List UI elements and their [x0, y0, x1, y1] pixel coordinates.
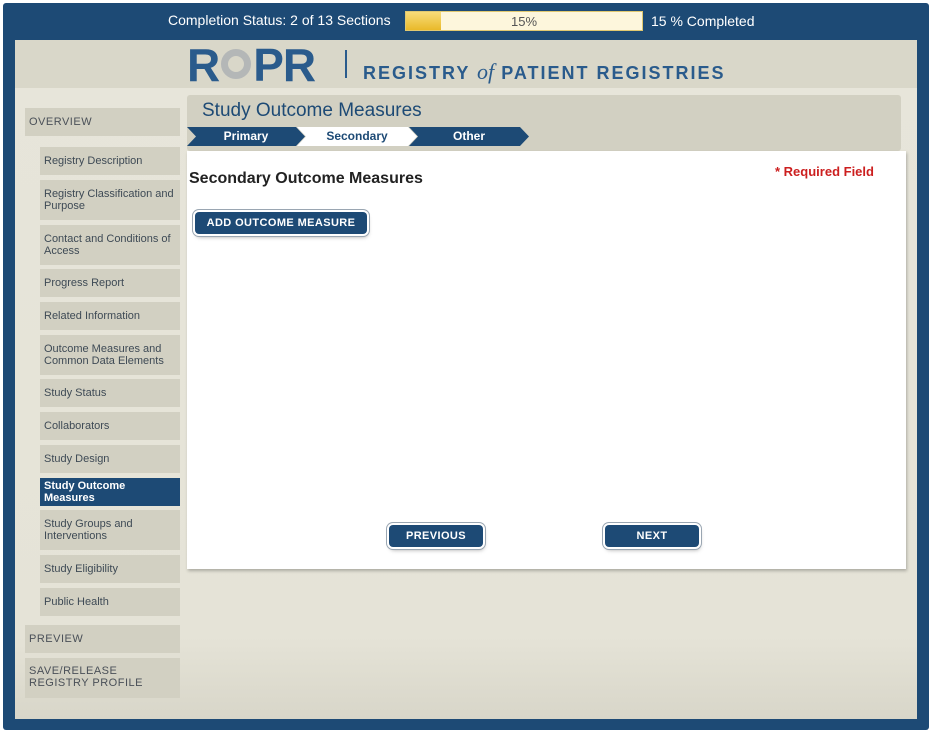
step-other[interactable]: Other — [409, 127, 529, 146]
tagline-left: REGISTRY — [363, 63, 471, 83]
sidebar-item-study-design[interactable]: Study Design — [40, 445, 180, 473]
sidebar-item-study-status[interactable]: Study Status — [40, 379, 180, 407]
app-frame: Completion Status: 2 of 13 Sections 15% … — [3, 3, 929, 730]
section-heading: Secondary Outcome Measures — [189, 170, 423, 187]
tagline-right: PATIENT REGISTRIES — [501, 63, 726, 83]
logo-letter-r: R — [187, 39, 220, 91]
nav-preview[interactable]: PREVIEW — [25, 625, 180, 653]
ropr-logo: R PR — [187, 39, 316, 91]
sidebar-item-contact-conditions[interactable]: Contact and Conditions of Access — [40, 225, 180, 265]
progress-bar: 15% — [405, 11, 643, 31]
sidebar-item-outcome-measures-cde[interactable]: Outcome Measures and Common Data Element… — [40, 335, 180, 375]
header-band: R PR REGISTRY of PATIENT REGISTRIES — [15, 40, 917, 88]
sidebar-item-public-health[interactable]: Public Health — [40, 588, 180, 616]
logo-tagline: REGISTRY of PATIENT REGISTRIES — [363, 59, 726, 85]
sidebar-item-study-outcome-measures[interactable]: Study Outcome Measures — [40, 478, 180, 506]
previous-button[interactable]: PREVIOUS — [389, 525, 483, 547]
required-field-note: * Required Field — [775, 164, 874, 179]
step-secondary[interactable]: Secondary — [297, 127, 417, 146]
content-header: Study Outcome Measures Primary Secondary… — [187, 95, 901, 151]
step-primary[interactable]: Primary — [187, 127, 305, 146]
page-canvas: R PR REGISTRY of PATIENT REGISTRIES OVERV… — [15, 40, 917, 719]
nav-save-release[interactable]: SAVE/RELEASE REGISTRY PROFILE — [25, 658, 180, 698]
content-panel: Secondary Outcome Measures * Required Fi… — [187, 151, 906, 569]
next-button[interactable]: NEXT — [605, 525, 699, 547]
logo-divider — [345, 50, 347, 78]
sidebar-item-related-information[interactable]: Related Information — [40, 302, 180, 330]
page-title: Study Outcome Measures — [202, 100, 422, 121]
tagline-of: of — [477, 59, 495, 84]
sidebar-item-study-eligibility[interactable]: Study Eligibility — [40, 555, 180, 583]
progress-label: 15% — [510, 14, 538, 29]
logo-circle-icon — [221, 49, 252, 79]
sidebar-item-progress-report[interactable]: Progress Report — [40, 269, 180, 297]
sidebar-item-study-groups[interactable]: Study Groups and Interventions — [40, 510, 180, 550]
completion-status: Completion Status: 2 of 13 Sections — [168, 12, 391, 28]
completed-percent: 15 % Completed — [651, 13, 755, 29]
sidebar-item-registry-classification[interactable]: Registry Classification and Purpose — [40, 180, 180, 220]
add-outcome-measure-button[interactable]: ADD OUTCOME MEASURE — [195, 212, 367, 234]
nav-overview[interactable]: OVERVIEW — [25, 108, 180, 136]
sidebar-item-registry-description[interactable]: Registry Description — [40, 147, 180, 175]
logo-letters-pr: PR — [253, 39, 316, 91]
sidebar-item-collaborators[interactable]: Collaborators — [40, 412, 180, 440]
